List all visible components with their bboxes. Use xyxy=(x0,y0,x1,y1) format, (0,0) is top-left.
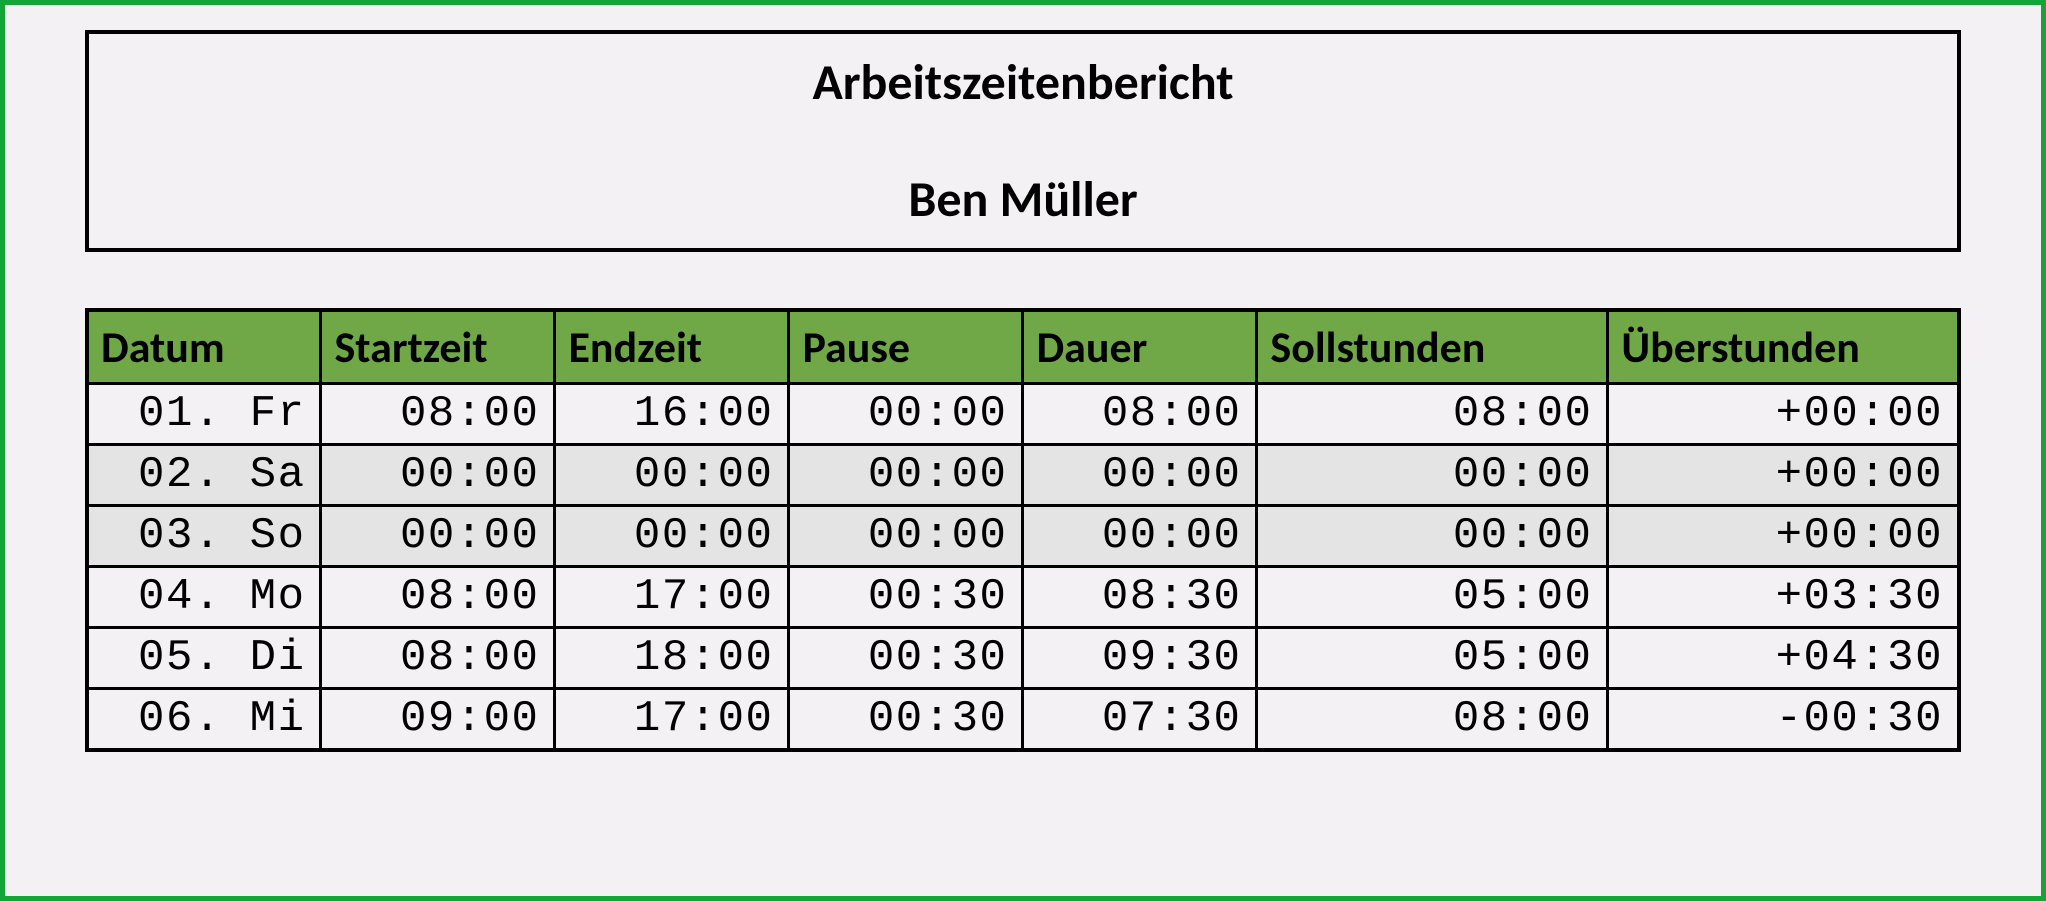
cell-pause: 00:30 xyxy=(789,567,1023,628)
cell-endzeit: 18:00 xyxy=(555,628,789,689)
cell-dauer: 08:30 xyxy=(1023,567,1257,628)
cell-sollstunden: 05:00 xyxy=(1257,628,1608,689)
cell-endzeit: 17:00 xyxy=(555,567,789,628)
report-header-box: Arbeitszeitenbericht Ben Müller xyxy=(85,30,1961,252)
table-row: 06. Mi09:0017:0000:3007:3008:00-00:30 xyxy=(87,689,1959,751)
cell-ueberstunden: +00:00 xyxy=(1608,445,1959,506)
cell-datum: 06. Mi xyxy=(87,689,321,751)
cell-ueberstunden: +03:30 xyxy=(1608,567,1959,628)
cell-sollstunden: 00:00 xyxy=(1257,445,1608,506)
cell-pause: 00:00 xyxy=(789,506,1023,567)
cell-datum: 05. Di xyxy=(87,628,321,689)
table-header-row: Datum Startzeit Endzeit Pause Dauer Soll… xyxy=(87,310,1959,384)
cell-pause: 00:00 xyxy=(789,445,1023,506)
cell-startzeit: 00:00 xyxy=(321,445,555,506)
table-row: 01. Fr08:0016:0000:0008:0008:00+00:00 xyxy=(87,384,1959,445)
cell-sollstunden: 08:00 xyxy=(1257,384,1608,445)
col-sollstunden-header: Sollstunden xyxy=(1257,310,1608,384)
cell-dauer: 08:00 xyxy=(1023,384,1257,445)
cell-datum: 04. Mo xyxy=(87,567,321,628)
cell-datum: 01. Fr xyxy=(87,384,321,445)
cell-dauer: 00:00 xyxy=(1023,445,1257,506)
cell-endzeit: 00:00 xyxy=(555,506,789,567)
cell-sollstunden: 08:00 xyxy=(1257,689,1608,751)
table-row: 02. Sa00:0000:0000:0000:0000:00+00:00 xyxy=(87,445,1959,506)
cell-startzeit: 08:00 xyxy=(321,567,555,628)
cell-endzeit: 00:00 xyxy=(555,445,789,506)
cell-ueberstunden: +00:00 xyxy=(1608,506,1959,567)
cell-sollstunden: 05:00 xyxy=(1257,567,1608,628)
cell-dauer: 07:30 xyxy=(1023,689,1257,751)
cell-startzeit: 08:00 xyxy=(321,628,555,689)
col-endzeit-header: Endzeit xyxy=(555,310,789,384)
cell-datum: 02. Sa xyxy=(87,445,321,506)
person-name: Ben Müller xyxy=(89,169,1957,230)
col-startzeit-header: Startzeit xyxy=(321,310,555,384)
col-datum-header: Datum xyxy=(87,310,321,384)
report-title: Arbeitszeitenbericht xyxy=(89,52,1957,113)
table-row: 04. Mo08:0017:0000:3008:3005:00+03:30 xyxy=(87,567,1959,628)
cell-ueberstunden: +00:00 xyxy=(1608,384,1959,445)
col-dauer-header: Dauer xyxy=(1023,310,1257,384)
cell-pause: 00:30 xyxy=(789,689,1023,751)
cell-pause: 00:00 xyxy=(789,384,1023,445)
cell-ueberstunden: -00:30 xyxy=(1608,689,1959,751)
cell-ueberstunden: +04:30 xyxy=(1608,628,1959,689)
cell-dauer: 09:30 xyxy=(1023,628,1257,689)
timesheet-table: Datum Startzeit Endzeit Pause Dauer Soll… xyxy=(85,308,1961,752)
cell-startzeit: 00:00 xyxy=(321,506,555,567)
cell-startzeit: 09:00 xyxy=(321,689,555,751)
cell-pause: 00:30 xyxy=(789,628,1023,689)
cell-sollstunden: 00:00 xyxy=(1257,506,1608,567)
col-ueberstunden-header: Überstunden xyxy=(1608,310,1959,384)
table-row: 05. Di08:0018:0000:3009:3005:00+04:30 xyxy=(87,628,1959,689)
cell-datum: 03. So xyxy=(87,506,321,567)
cell-startzeit: 08:00 xyxy=(321,384,555,445)
table-row: 03. So00:0000:0000:0000:0000:00+00:00 xyxy=(87,506,1959,567)
cell-endzeit: 16:00 xyxy=(555,384,789,445)
col-pause-header: Pause xyxy=(789,310,1023,384)
cell-dauer: 00:00 xyxy=(1023,506,1257,567)
cell-endzeit: 17:00 xyxy=(555,689,789,751)
